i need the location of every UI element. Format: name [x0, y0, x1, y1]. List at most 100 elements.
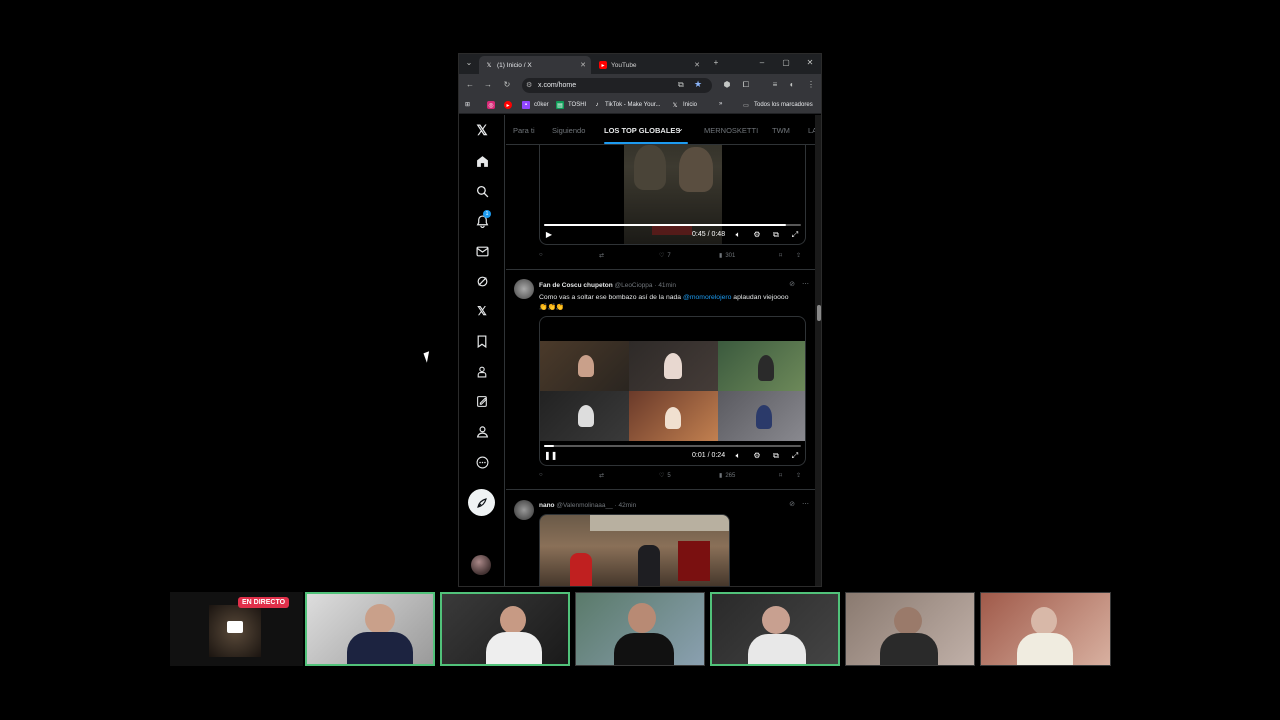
- settings-icon[interactable]: ⚙: [752, 451, 762, 460]
- minimize-icon[interactable]: –: [756, 57, 768, 69]
- grok-icon[interactable]: [474, 273, 490, 289]
- like-button[interactable]: ♡ 5: [659, 472, 671, 480]
- tab-mernosketti[interactable]: MERNOSKETTI: [704, 126, 758, 135]
- tab-x-home[interactable]: 𝕏 (1) Inicio / X ✕: [479, 56, 591, 74]
- avatar[interactable]: [514, 500, 534, 520]
- post[interactable]: nano @Valenmolinaaa__ · 42min ⊘ ⋯: [506, 490, 815, 586]
- cam-tile[interactable]: [845, 592, 975, 666]
- cam-tile[interactable]: [710, 592, 840, 666]
- more-icon[interactable]: [474, 454, 490, 470]
- site-info-icon[interactable]: ⚙: [526, 81, 532, 89]
- reply-button[interactable]: ○: [539, 472, 543, 478]
- extensions-icon[interactable]: ⧠: [740, 79, 752, 91]
- pip-icon[interactable]: ⧉: [771, 230, 781, 240]
- bookmarks-icon[interactable]: [474, 333, 490, 349]
- more-options-icon[interactable]: ⋯: [802, 280, 809, 288]
- fullscreen-icon[interactable]: ⤢: [790, 451, 800, 461]
- tab-para-ti[interactable]: Para ti: [513, 126, 535, 135]
- bookmark-button[interactable]: ⌑: [779, 472, 782, 479]
- fullscreen-icon[interactable]: ⤢: [790, 230, 800, 240]
- jobs-icon[interactable]: [474, 363, 490, 379]
- settings-icon[interactable]: ⚙: [752, 230, 762, 239]
- avatar[interactable]: [514, 279, 534, 299]
- bookmark-button[interactable]: ⌑: [779, 252, 782, 259]
- reload-icon[interactable]: ↻: [501, 79, 513, 91]
- premium-x-icon[interactable]: 𝕏: [474, 303, 490, 319]
- chevron-down-icon[interactable]: ⌄: [677, 124, 684, 133]
- new-tab-icon[interactable]: +: [710, 57, 722, 69]
- video-progress-bar[interactable]: [544, 445, 801, 447]
- account-avatar[interactable]: [471, 555, 491, 575]
- grok-icon[interactable]: ⊘: [789, 500, 795, 508]
- timeline-feed[interactable]: ▶ 0:45 / 0:48 🔈︎ ⚙ ⧉ ⤢ ○ ⇄ ♡7 ▮301 ⌑ ⇪: [506, 145, 815, 586]
- bookmarks-overflow[interactable]: »: [719, 101, 722, 107]
- tab-youtube[interactable]: ▸ YouTube ✕: [593, 56, 705, 74]
- post-time[interactable]: · 41min: [654, 282, 676, 289]
- post[interactable]: ▶ 0:45 / 0:48 🔈︎ ⚙ ⧉ ⤢ ○ ⇄ ♡ 7 ▮ 301 ⌑ ⇪: [506, 145, 815, 270]
- menu-kebab-icon[interactable]: ⋮: [805, 79, 817, 91]
- cam-tile[interactable]: [440, 592, 570, 666]
- pip-icon[interactable]: ⧉: [771, 451, 781, 461]
- forward-icon[interactable]: →: [482, 79, 494, 91]
- profile-avatar-icon[interactable]: ◐: [786, 79, 798, 91]
- maximize-icon[interactable]: ▢: [780, 57, 792, 69]
- tab-siguiendo[interactable]: Siguiendo: [552, 126, 585, 135]
- post-time[interactable]: · 42min: [615, 502, 637, 509]
- cam-tile[interactable]: [980, 592, 1111, 666]
- pause-icon[interactable]: ❚❚: [544, 451, 557, 460]
- bookmark-instagram[interactable]: ◎: [487, 101, 499, 109]
- share-button[interactable]: ⇪: [796, 472, 801, 479]
- close-window-icon[interactable]: ✕: [804, 57, 816, 69]
- bookmark-youtube[interactable]: ▸: [504, 101, 516, 109]
- post-button[interactable]: [468, 489, 495, 516]
- profile-icon[interactable]: [474, 423, 490, 439]
- cam-tile[interactable]: [575, 592, 705, 666]
- video-player[interactable]: ▶ 0:45 / 0:48 🔈︎ ⚙ ⧉ ⤢: [539, 145, 806, 245]
- tab-twm[interactable]: TWM: [772, 126, 790, 135]
- extension-shield-icon[interactable]: ⬢: [721, 79, 733, 91]
- more-options-icon[interactable]: ⋯: [802, 500, 809, 508]
- video-progress-bar[interactable]: [544, 224, 801, 226]
- author-handle[interactable]: @LeoCioppa: [614, 282, 652, 289]
- author-handle[interactable]: @Valenmolinaaa__: [556, 502, 612, 509]
- media-icon[interactable]: ≡: [769, 79, 781, 91]
- post[interactable]: Fan de Coscu chupeton @LeoCioppa · 41min…: [506, 270, 815, 490]
- volume-icon[interactable]: 🔈︎: [733, 451, 743, 461]
- bookmark-tiktok[interactable]: ♪ TikTok - Make Your...: [593, 101, 661, 109]
- repost-button[interactable]: ⇄: [599, 252, 604, 259]
- tab-search-icon[interactable]: ⌄: [463, 57, 475, 69]
- author-name[interactable]: Fan de Coscu chupeton: [539, 282, 613, 289]
- video-player[interactable]: ❚❚ 0:01 / 0:24 🔈︎ ⚙ ⧉ ⤢: [539, 316, 806, 466]
- home-icon[interactable]: [474, 153, 490, 169]
- tab-los-top-globales[interactable]: LOS TOP GLOBALES: [604, 126, 680, 135]
- page-scrollbar[interactable]: [815, 115, 821, 586]
- bookmark-star-icon[interactable]: ★: [694, 79, 702, 90]
- grok-icon[interactable]: ⊘: [789, 280, 795, 288]
- close-tab-icon[interactable]: ✕: [694, 61, 700, 69]
- back-icon[interactable]: ←: [464, 79, 476, 91]
- repost-button[interactable]: ⇄: [599, 472, 604, 479]
- bookmark-twitch[interactable]: ▪ c0ker: [522, 101, 549, 109]
- communities-icon[interactable]: [474, 393, 490, 409]
- volume-icon[interactable]: 🔈︎: [733, 230, 743, 240]
- install-icon[interactable]: ⧉: [678, 80, 684, 90]
- reply-button[interactable]: ○: [539, 252, 543, 258]
- mention-link[interactable]: @momorelojero: [683, 294, 731, 301]
- all-bookmarks[interactable]: ▭ Todos los marcadores: [742, 101, 813, 109]
- notifications-icon[interactable]: 1: [474, 210, 491, 229]
- x-logo-icon[interactable]: 𝕏: [474, 122, 490, 138]
- play-icon[interactable]: ▶: [544, 230, 554, 239]
- share-button[interactable]: ⇪: [796, 252, 801, 259]
- address-bar[interactable]: ⚙ x.com/home ⧉ ★: [522, 78, 712, 93]
- author-name[interactable]: nano: [539, 502, 555, 509]
- messages-icon[interactable]: [474, 243, 490, 259]
- views-button[interactable]: ▮ 301: [719, 252, 735, 260]
- views-button[interactable]: ▮ 265: [719, 472, 735, 480]
- cam-tile[interactable]: [305, 592, 435, 666]
- close-tab-icon[interactable]: ✕: [580, 61, 586, 69]
- scrollbar-thumb[interactable]: [817, 305, 821, 321]
- bookmark-inicio[interactable]: 𝕏 Inicio: [671, 101, 697, 109]
- like-button[interactable]: ♡ 7: [659, 252, 671, 260]
- search-icon[interactable]: [474, 183, 490, 199]
- bookmark-toshi[interactable]: ▤ TOSHI: [556, 101, 586, 109]
